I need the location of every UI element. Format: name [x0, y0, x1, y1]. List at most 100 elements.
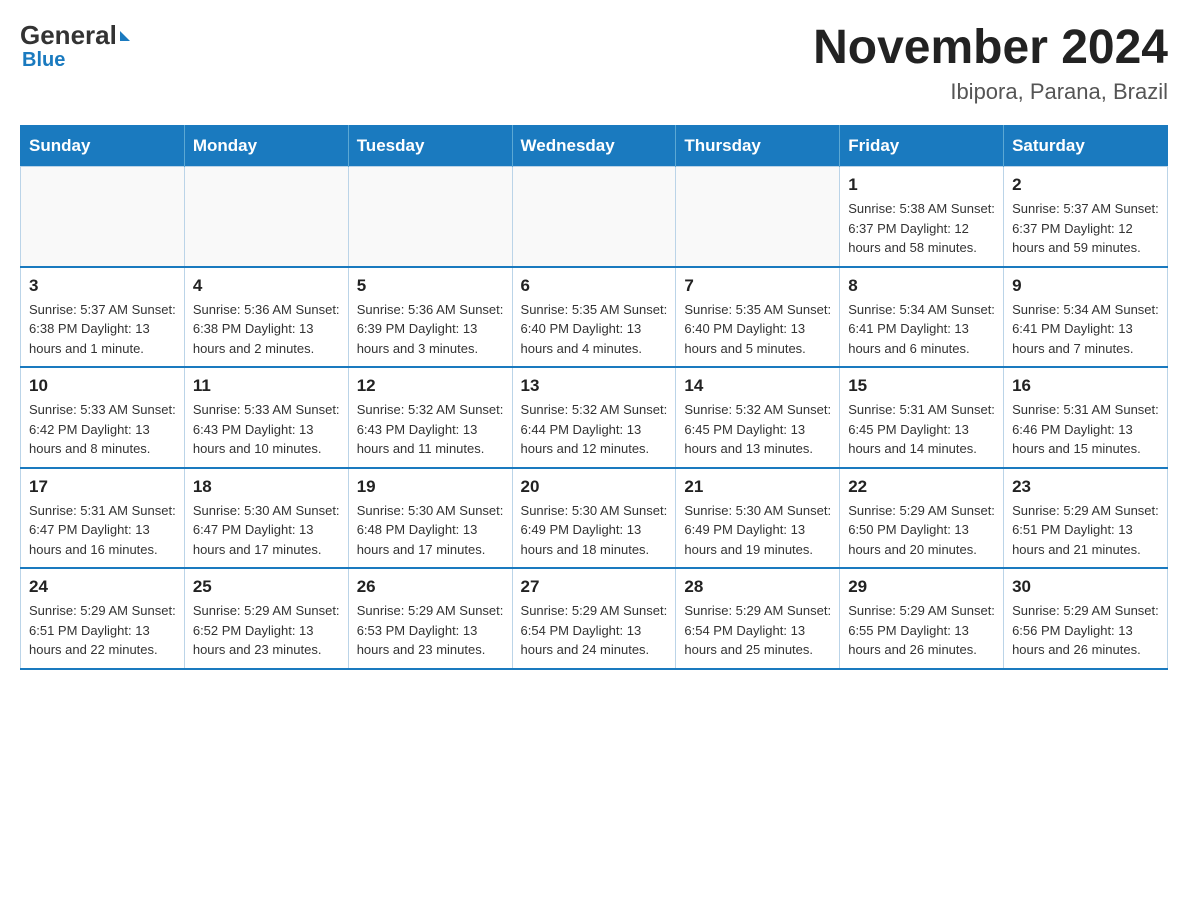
table-row: 22 Sunrise: 5:29 AM Sunset: 6:50 PM Dayli… [840, 468, 1004, 569]
calendar-week-row: 10 Sunrise: 5:33 AM Sunset: 6:42 PM Dayli… [21, 367, 1168, 468]
table-row: 19 Sunrise: 5:30 AM Sunset: 6:48 PM Dayli… [348, 468, 512, 569]
day-number: 23 [1012, 477, 1159, 497]
day-number: 7 [684, 276, 831, 296]
table-row: 16 Sunrise: 5:31 AM Sunset: 6:46 PM Dayli… [1004, 367, 1168, 468]
day-info: Sunrise: 5:29 AM Sunset: 6:52 PM Dayligh… [193, 601, 340, 660]
day-number: 21 [684, 477, 831, 497]
table-row: 1 Sunrise: 5:38 AM Sunset: 6:37 PM Daylig… [840, 167, 1004, 267]
table-row: 6Sunrise: 5:35 AM Sunset: 6:40 PM Daylig… [512, 267, 676, 368]
table-row: 17Sunrise: 5:31 AM Sunset: 6:47 PM Dayli… [21, 468, 185, 569]
day-number: 28 [684, 577, 831, 597]
day-info: Sunrise: 5:29 AM Sunset: 6:50 PM Dayligh… [848, 501, 995, 560]
day-info: Sunrise: 5:33 AM Sunset: 6:42 PM Dayligh… [29, 400, 176, 459]
day-info: Sunrise: 5:30 AM Sunset: 6:49 PM Dayligh… [521, 501, 668, 560]
day-info: Sunrise: 5:37 AM Sunset: 6:38 PM Dayligh… [29, 300, 176, 359]
day-info: Sunrise: 5:31 AM Sunset: 6:47 PM Dayligh… [29, 501, 176, 560]
day-info: Sunrise: 5:30 AM Sunset: 6:47 PM Dayligh… [193, 501, 340, 560]
day-info: Sunrise: 5:36 AM Sunset: 6:39 PM Dayligh… [357, 300, 504, 359]
table-row: 8 Sunrise: 5:34 AM Sunset: 6:41 PM Daylig… [840, 267, 1004, 368]
table-row: 27 Sunrise: 5:29 AM Sunset: 6:54 PM Dayli… [512, 568, 676, 669]
table-row: 4 Sunrise: 5:36 AM Sunset: 6:38 PM Daylig… [184, 267, 348, 368]
day-number: 19 [357, 477, 504, 497]
table-row: 12 Sunrise: 5:32 AM Sunset: 6:43 PM Dayli… [348, 367, 512, 468]
day-number: 25 [193, 577, 340, 597]
day-info: Sunrise: 5:33 AM Sunset: 6:43 PM Dayligh… [193, 400, 340, 459]
header: General Blue November 2024 Ibipora, Para… [20, 20, 1168, 105]
day-number: 11 [193, 376, 340, 396]
day-number: 20 [521, 477, 668, 497]
col-friday: Friday [840, 126, 1004, 167]
table-row: 29Sunrise: 5:29 AM Sunset: 6:55 PM Dayli… [840, 568, 1004, 669]
day-info: Sunrise: 5:30 AM Sunset: 6:48 PM Dayligh… [357, 501, 504, 560]
calendar-week-row: 24 Sunrise: 5:29 AM Sunset: 6:51 PM Dayli… [21, 568, 1168, 669]
day-info: Sunrise: 5:36 AM Sunset: 6:38 PM Dayligh… [193, 300, 340, 359]
day-number: 5 [357, 276, 504, 296]
day-info: Sunrise: 5:32 AM Sunset: 6:45 PM Dayligh… [684, 400, 831, 459]
table-row: 10 Sunrise: 5:33 AM Sunset: 6:42 PM Dayli… [21, 367, 185, 468]
col-sunday: Sunday [21, 126, 185, 167]
table-row: 21 Sunrise: 5:30 AM Sunset: 6:49 PM Dayli… [676, 468, 840, 569]
calendar-header-row: Sunday Monday Tuesday Wednesday Thursday… [21, 126, 1168, 167]
day-number: 27 [521, 577, 668, 597]
day-number: 30 [1012, 577, 1159, 597]
day-info: Sunrise: 5:29 AM Sunset: 6:54 PM Dayligh… [684, 601, 831, 660]
day-number: 13 [521, 376, 668, 396]
day-info: Sunrise: 5:35 AM Sunset: 6:40 PM Dayligh… [521, 300, 668, 359]
day-info: Sunrise: 5:29 AM Sunset: 6:56 PM Dayligh… [1012, 601, 1159, 660]
table-row: 2 Sunrise: 5:37 AM Sunset: 6:37 PM Daylig… [1004, 167, 1168, 267]
calendar-table: Sunday Monday Tuesday Wednesday Thursday… [20, 125, 1168, 670]
day-info: Sunrise: 5:37 AM Sunset: 6:37 PM Dayligh… [1012, 199, 1159, 258]
day-number: 14 [684, 376, 831, 396]
table-row: 3 Sunrise: 5:37 AM Sunset: 6:38 PM Daylig… [21, 267, 185, 368]
location-subtitle: Ibipora, Parana, Brazil [813, 79, 1168, 105]
title-area: November 2024 Ibipora, Parana, Brazil [813, 20, 1168, 105]
day-number: 10 [29, 376, 176, 396]
table-row: 7Sunrise: 5:35 AM Sunset: 6:40 PM Daylig… [676, 267, 840, 368]
day-number: 12 [357, 376, 504, 396]
logo-blue-label: Blue [22, 49, 65, 71]
day-number: 18 [193, 477, 340, 497]
day-number: 1 [848, 175, 995, 195]
table-row: 13 Sunrise: 5:32 AM Sunset: 6:44 PM Dayli… [512, 367, 676, 468]
col-thursday: Thursday [676, 126, 840, 167]
calendar-week-row: 1 Sunrise: 5:38 AM Sunset: 6:37 PM Daylig… [21, 167, 1168, 267]
day-number: 8 [848, 276, 995, 296]
calendar-week-row: 3 Sunrise: 5:37 AM Sunset: 6:38 PM Daylig… [21, 267, 1168, 368]
day-number: 15 [848, 376, 995, 396]
day-number: 4 [193, 276, 340, 296]
day-info: Sunrise: 5:32 AM Sunset: 6:43 PM Dayligh… [357, 400, 504, 459]
day-info: Sunrise: 5:29 AM Sunset: 6:51 PM Dayligh… [1012, 501, 1159, 560]
day-info: Sunrise: 5:32 AM Sunset: 6:44 PM Dayligh… [521, 400, 668, 459]
table-row [512, 167, 676, 267]
day-number: 24 [29, 577, 176, 597]
table-row: 14 Sunrise: 5:32 AM Sunset: 6:45 PM Dayli… [676, 367, 840, 468]
calendar-week-row: 17Sunrise: 5:31 AM Sunset: 6:47 PM Dayli… [21, 468, 1168, 569]
day-info: Sunrise: 5:29 AM Sunset: 6:54 PM Dayligh… [521, 601, 668, 660]
logo: General Blue [20, 20, 130, 72]
day-info: Sunrise: 5:30 AM Sunset: 6:49 PM Dayligh… [684, 501, 831, 560]
day-info: Sunrise: 5:29 AM Sunset: 6:51 PM Dayligh… [29, 601, 176, 660]
table-row [184, 167, 348, 267]
table-row: 20 Sunrise: 5:30 AM Sunset: 6:49 PM Dayli… [512, 468, 676, 569]
page-title: November 2024 [813, 20, 1168, 75]
col-monday: Monday [184, 126, 348, 167]
day-number: 3 [29, 276, 176, 296]
table-row [348, 167, 512, 267]
table-row: 26Sunrise: 5:29 AM Sunset: 6:53 PM Dayli… [348, 568, 512, 669]
table-row: 25 Sunrise: 5:29 AM Sunset: 6:52 PM Dayli… [184, 568, 348, 669]
day-number: 9 [1012, 276, 1159, 296]
table-row: 30 Sunrise: 5:29 AM Sunset: 6:56 PM Dayli… [1004, 568, 1168, 669]
col-tuesday: Tuesday [348, 126, 512, 167]
table-row: 11 Sunrise: 5:33 AM Sunset: 6:43 PM Dayli… [184, 367, 348, 468]
day-number: 22 [848, 477, 995, 497]
day-number: 16 [1012, 376, 1159, 396]
col-wednesday: Wednesday [512, 126, 676, 167]
logo-triangle-icon [120, 31, 130, 41]
table-row: 15Sunrise: 5:31 AM Sunset: 6:45 PM Dayli… [840, 367, 1004, 468]
day-info: Sunrise: 5:34 AM Sunset: 6:41 PM Dayligh… [848, 300, 995, 359]
day-info: Sunrise: 5:38 AM Sunset: 6:37 PM Dayligh… [848, 199, 995, 258]
col-saturday: Saturday [1004, 126, 1168, 167]
table-row: 24 Sunrise: 5:29 AM Sunset: 6:51 PM Dayli… [21, 568, 185, 669]
day-number: 2 [1012, 175, 1159, 195]
day-info: Sunrise: 5:31 AM Sunset: 6:46 PM Dayligh… [1012, 400, 1159, 459]
